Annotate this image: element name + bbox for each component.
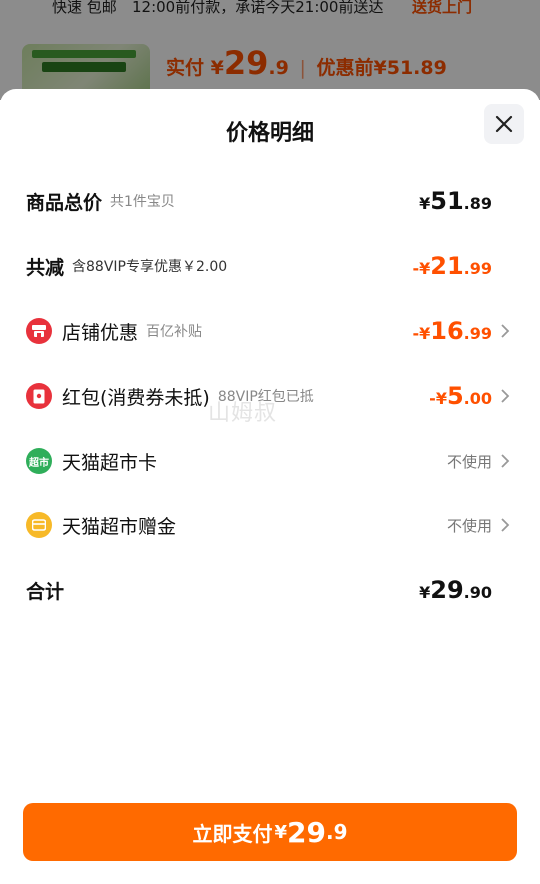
row-sub: 共1件宝贝	[110, 194, 175, 210]
chevron-right-icon	[501, 454, 510, 468]
row-value: ¥29.90	[419, 576, 492, 604]
row-value: -¥21.99	[412, 252, 492, 280]
row-label: 天猫超市卡	[62, 451, 158, 474]
sheet-title: 价格明细	[225, 121, 314, 146]
row-value: 不使用	[446, 516, 492, 535]
row-label: 红包(消费券未抵)	[62, 386, 210, 409]
row-value: ¥51.89	[419, 187, 492, 215]
row-total-discount: 共减 含88VIP专享优惠￥2.00 -¥21.99	[26, 246, 516, 286]
chevron-right-icon	[501, 324, 510, 338]
row-sub: 百亿补贴	[146, 324, 203, 340]
row-value: -¥16.99	[412, 317, 492, 345]
row-label: 共减	[26, 256, 65, 279]
row-grand-total: 合计 ¥29.90	[26, 570, 516, 610]
row-total-goods: 商品总价 共1件宝贝 ¥51.89	[26, 181, 516, 221]
pay-dec: .9	[325, 820, 348, 844]
row-sub: 含88VIP专享优惠￥2.00	[72, 259, 228, 275]
pay-now-button[interactable]: 立即支付 ¥29.9	[23, 803, 517, 861]
close-icon	[495, 115, 513, 133]
gift-money-icon	[26, 512, 52, 538]
row-gift-money[interactable]: 天猫超市赠金 不使用	[26, 505, 516, 545]
row-label: 天猫超市赠金	[62, 515, 177, 538]
pay-int: 29	[287, 815, 326, 849]
row-supermarket-card[interactable]: 超市 天猫超市卡 不使用	[26, 441, 516, 481]
row-label: 店铺优惠	[62, 321, 139, 344]
row-value: -¥5.00	[429, 382, 492, 410]
pay-currency: ¥	[274, 821, 288, 843]
red-packet-icon	[26, 383, 52, 409]
close-button[interactable]	[484, 104, 524, 144]
shop-icon	[26, 318, 52, 344]
supermarket-card-icon: 超市	[26, 448, 52, 474]
price-detail-sheet: 价格明细 商品总价 共1件宝贝 ¥51.89 共减 含88VIP专享优惠￥2.0…	[0, 89, 540, 884]
row-label: 合计	[26, 580, 65, 603]
modal-overlay[interactable]	[0, 0, 540, 100]
row-shop-discount[interactable]: 店铺优惠 百亿补贴 -¥16.99	[26, 311, 516, 351]
chevron-right-icon	[501, 518, 510, 532]
row-value: 不使用	[446, 452, 492, 471]
pay-label: 立即支付	[192, 821, 273, 846]
chevron-right-icon	[501, 389, 510, 403]
row-label: 商品总价	[26, 191, 103, 214]
watermark: 山姆叔	[208, 401, 278, 426]
